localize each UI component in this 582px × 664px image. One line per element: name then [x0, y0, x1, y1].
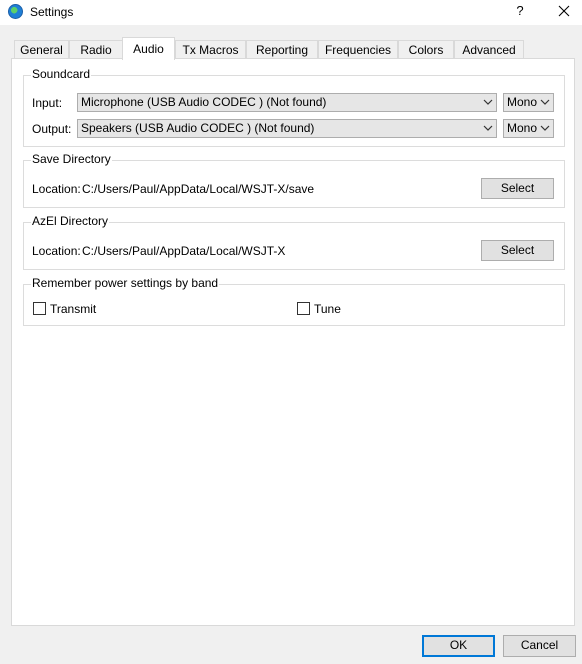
transmit-checkbox[interactable]: [33, 302, 46, 315]
input-channel-select[interactable]: Mono: [503, 93, 554, 112]
close-button[interactable]: [553, 1, 575, 23]
save-select-button[interactable]: Select: [481, 178, 554, 199]
input-label: Input:: [32, 96, 63, 110]
tab-frequencies[interactable]: Frequencies: [318, 40, 398, 60]
azel-location-path: C:/Users/Paul/AppData/Local/WSJT-X: [82, 244, 286, 258]
azel-directory-group: AzEl Directory Location: C:/Users/Paul/A…: [23, 213, 565, 270]
save-location-path: C:/Users/Paul/AppData/Local/WSJT-X/save: [82, 182, 315, 196]
input-device-value: Microphone (USB Audio CODEC ) (Not found…: [81, 95, 327, 109]
tab-audio[interactable]: Audio: [122, 37, 175, 60]
chevron-down-icon: [483, 125, 493, 131]
close-icon: [558, 5, 570, 17]
soundcard-group: Soundcard Input: Microphone (USB Audio C…: [23, 66, 565, 147]
tune-checkbox[interactable]: [297, 302, 310, 315]
tab-reporting[interactable]: Reporting: [246, 40, 318, 60]
azel-directory-title: AzEl Directory: [31, 213, 110, 229]
save-directory-group: Save Directory Location: C:/Users/Paul/A…: [23, 151, 565, 208]
audio-tab-page: Soundcard Input: Microphone (USB Audio C…: [11, 58, 575, 626]
tab-general[interactable]: General: [14, 40, 69, 60]
help-button[interactable]: ?: [510, 2, 530, 22]
output-device-select[interactable]: Speakers (USB Audio CODEC ) (Not found): [77, 119, 497, 138]
azel-select-button[interactable]: Select: [481, 240, 554, 261]
tab-advanced[interactable]: Advanced: [454, 40, 524, 60]
tab-radio[interactable]: Radio: [69, 40, 123, 60]
tab-bar: General Radio Audio Tx Macros Reporting …: [0, 37, 582, 60]
input-channel-value: Mono: [507, 95, 538, 109]
ok-button[interactable]: OK: [422, 635, 495, 657]
input-device-select[interactable]: Microphone (USB Audio CODEC ) (Not found…: [77, 93, 497, 112]
chevron-down-icon: [540, 125, 550, 131]
output-label: Output:: [32, 122, 72, 136]
azel-location-label: Location:: [32, 244, 81, 258]
chevron-down-icon: [483, 99, 493, 105]
output-channel-select[interactable]: Mono: [503, 119, 554, 138]
window-title: Settings: [30, 5, 74, 19]
tune-label: Tune: [314, 302, 341, 316]
save-directory-title: Save Directory: [31, 151, 112, 167]
power-settings-group: Remember power settings by band Transmit…: [23, 275, 565, 326]
title-bar: Settings ?: [0, 0, 582, 25]
save-location-label: Location:: [32, 182, 81, 196]
output-device-value: Speakers (USB Audio CODEC ) (Not found): [81, 121, 315, 135]
cancel-button[interactable]: Cancel: [503, 635, 576, 657]
tab-tx-macros[interactable]: Tx Macros: [175, 40, 246, 60]
transmit-label: Transmit: [50, 302, 97, 316]
power-settings-title: Remember power settings by band: [31, 275, 220, 291]
output-channel-value: Mono: [507, 121, 538, 135]
tab-colors[interactable]: Colors: [398, 40, 454, 60]
globe-app-icon: [8, 4, 23, 19]
soundcard-group-title: Soundcard: [31, 66, 92, 82]
chevron-down-icon: [540, 99, 550, 105]
settings-dialog: Settings ? General Radio Audio Tx Macros…: [0, 0, 582, 664]
